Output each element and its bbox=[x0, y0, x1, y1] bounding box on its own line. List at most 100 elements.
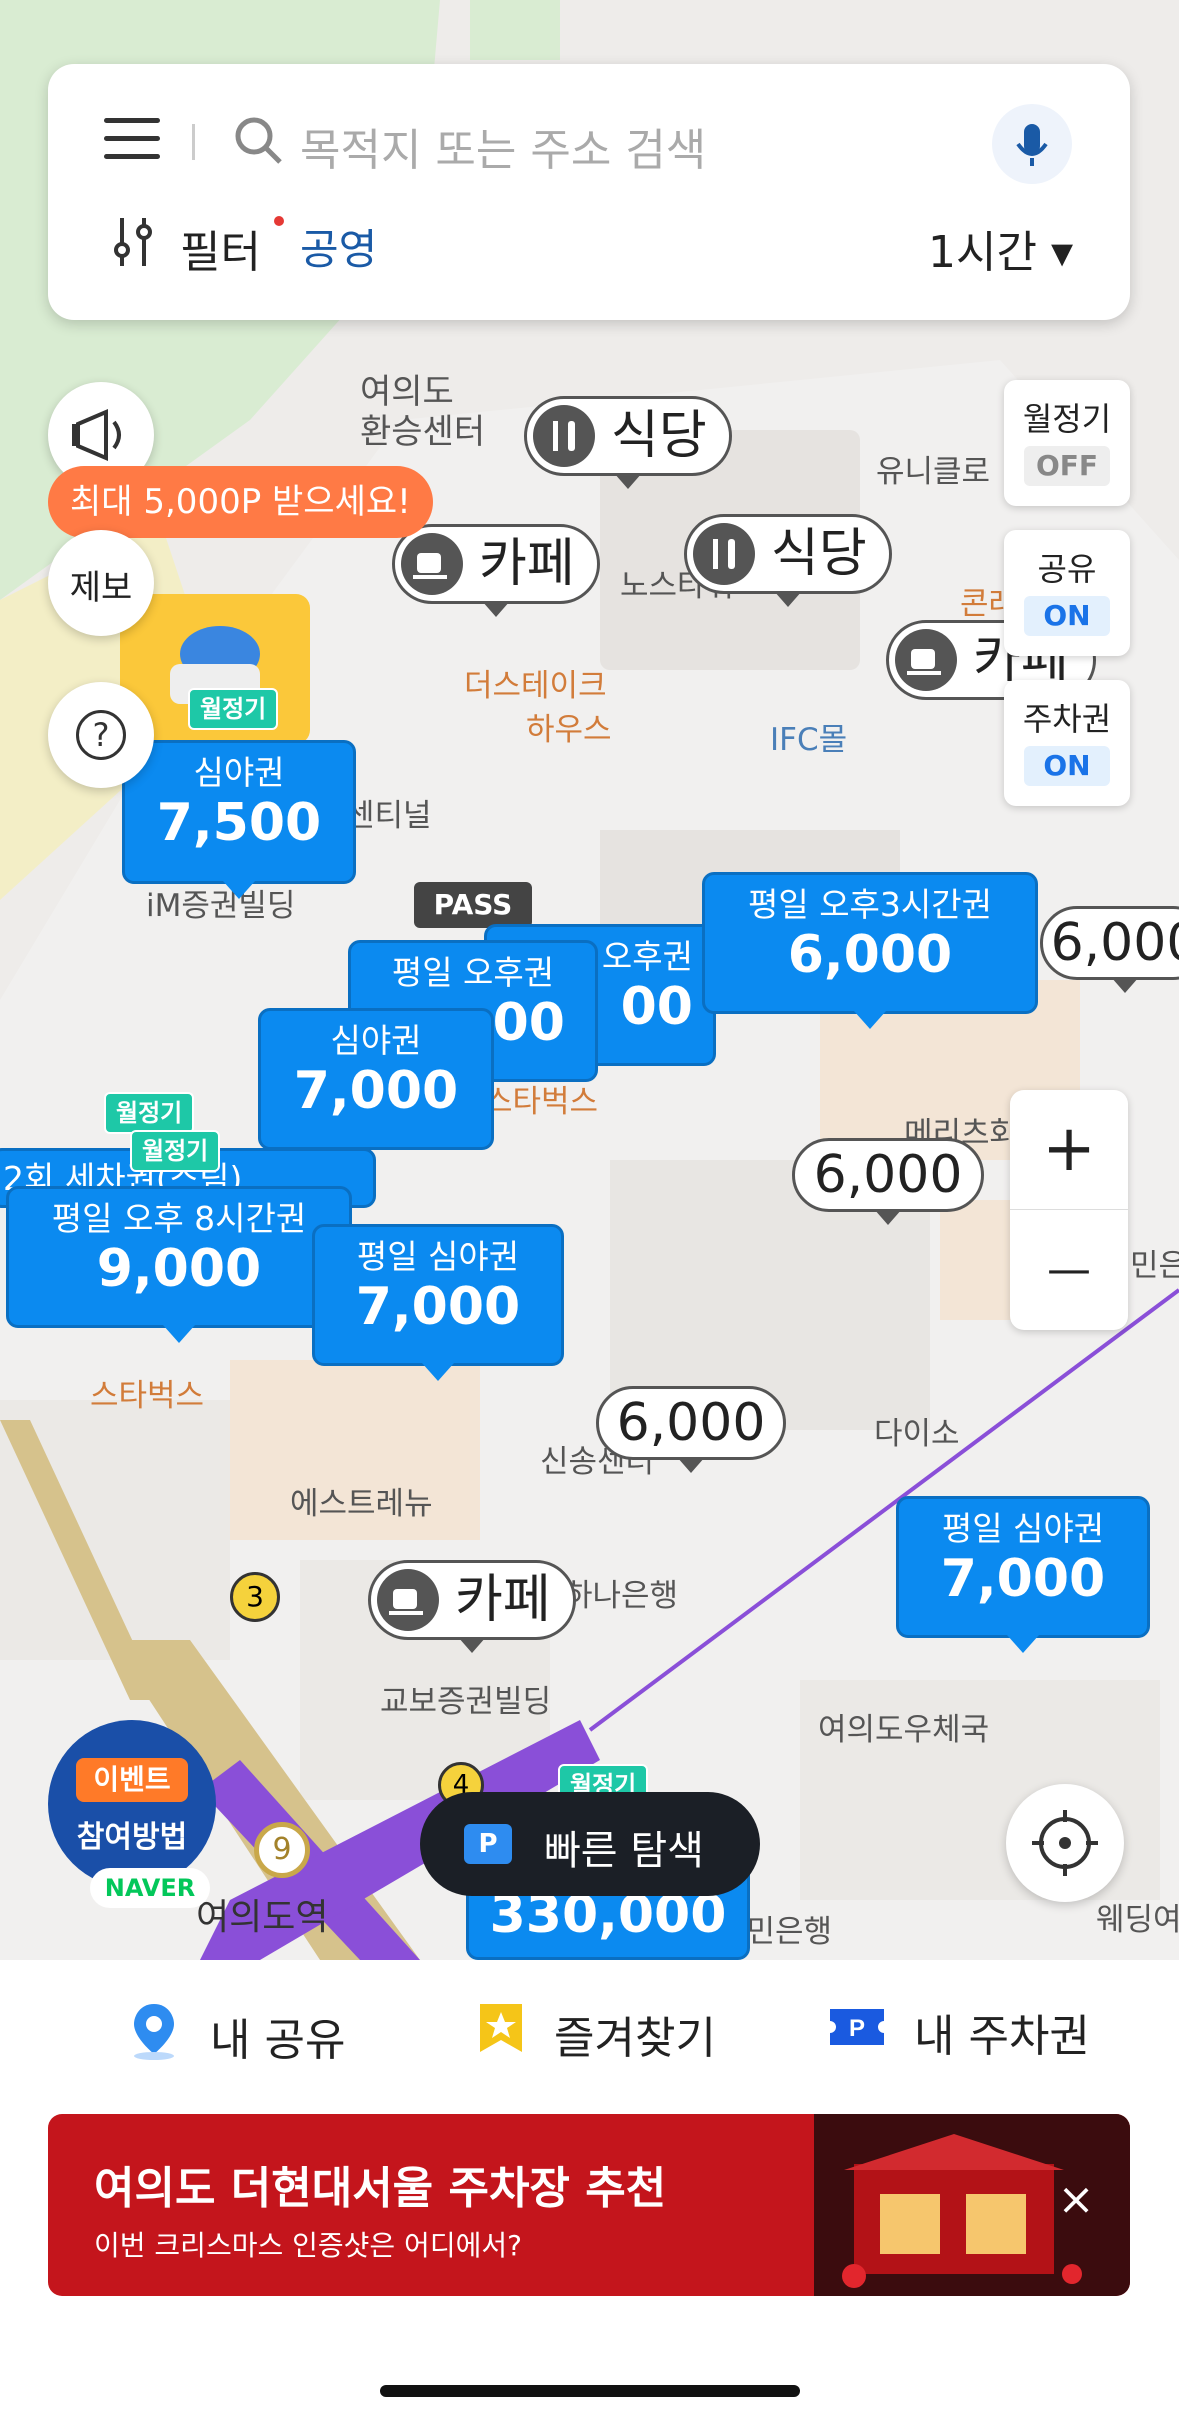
restaurant-marker[interactable]: 식당 bbox=[524, 396, 732, 489]
price-label: 평일 오후3시간권 bbox=[747, 885, 992, 924]
ad-banner[interactable]: 여의도 더현대서울 주차장 추천 이번 크리스마스 인증샷은 어디에서? × bbox=[48, 2114, 1130, 2296]
help-icon: ? bbox=[76, 710, 126, 760]
map-label: 센티널 bbox=[346, 798, 432, 834]
map-view[interactable]: 여의도 환승센터 유니클로 노스타워 더스테이크 하우스 IFC몰 콘래드 iM… bbox=[0, 0, 1179, 1960]
monthly-badge: 월정기 bbox=[188, 688, 279, 730]
map-label: 교보증권빌딩 bbox=[380, 1684, 552, 1720]
help-button[interactable]: ? bbox=[48, 682, 154, 788]
poi-label: 식당 bbox=[771, 524, 867, 584]
report-button[interactable]: 제보 bbox=[48, 530, 154, 636]
home-indicator bbox=[380, 2385, 800, 2397]
search-icon bbox=[232, 114, 284, 170]
map-label: 스타벅스 bbox=[484, 1084, 599, 1120]
fork-knife-icon bbox=[693, 523, 755, 585]
my-location-button[interactable] bbox=[1006, 1784, 1124, 1902]
toggle-monthly[interactable]: 월정기 OFF bbox=[1004, 380, 1130, 506]
parking-price-marker[interactable]: 심야권 7,000 bbox=[258, 1008, 494, 1150]
star-icon bbox=[476, 2000, 526, 2067]
price-value: 7,500 bbox=[156, 793, 322, 853]
price-value: 7,000 bbox=[293, 1061, 459, 1121]
quick-search-label: 빠른 탐색 bbox=[544, 1828, 704, 1874]
menu-icon[interactable] bbox=[104, 118, 160, 160]
zoom-in-button[interactable]: + bbox=[1010, 1090, 1128, 1210]
price-label: 심야권 bbox=[193, 753, 285, 792]
monthly-badge: 월정기 bbox=[104, 1092, 195, 1134]
price-value: 6,000 bbox=[813, 1145, 963, 1205]
subway-line-number: 9 bbox=[254, 1822, 310, 1878]
search-input[interactable]: 목적지 또는 주소 검색 bbox=[300, 114, 706, 178]
toggle-title: 공유 bbox=[1037, 550, 1097, 588]
parking-price-marker[interactable]: 평일 오후 8시간권 9,000 bbox=[6, 1186, 352, 1343]
poi-label: 식당 bbox=[611, 406, 707, 466]
map-label: 스타벅스 bbox=[90, 1378, 205, 1414]
price-value: 7,000 bbox=[940, 1549, 1106, 1609]
crosshair-icon bbox=[1032, 1810, 1098, 1876]
map-label: iM증권빌딩 bbox=[146, 888, 296, 924]
price-value: 6,000 bbox=[616, 1393, 766, 1453]
naver-badge: NAVER bbox=[90, 1868, 210, 1908]
price-value: 9,000 bbox=[96, 1239, 262, 1299]
event-button[interactable]: 이벤트 참여방법 bbox=[48, 1720, 216, 1888]
filter-active-dot bbox=[274, 216, 284, 226]
event-label: 이벤트 bbox=[76, 1758, 188, 1802]
toggle-state: ON bbox=[1024, 746, 1110, 786]
poi-label: 카페 bbox=[479, 534, 575, 594]
price-label: 평일 오후 8시간권 bbox=[51, 1199, 307, 1238]
map-label: 더스테이크 bbox=[464, 668, 607, 704]
promo-bubble[interactable]: 최대 5,000P 받으세요! bbox=[48, 466, 433, 538]
parking-price-marker[interactable]: 평일 심야권 7,000 bbox=[312, 1224, 564, 1381]
map-label: 하우스 bbox=[526, 712, 612, 748]
parking-price-marker[interactable]: 심야권 7,500 bbox=[122, 740, 356, 899]
parking-p-icon: P bbox=[464, 1824, 512, 1864]
price-marker[interactable]: 6,000 bbox=[596, 1386, 786, 1473]
parking-price-marker[interactable]: 평일 오후3시간권 6,000 bbox=[702, 872, 1038, 1029]
map-label: 환승센터 bbox=[360, 412, 486, 452]
subway-exit-number: 3 bbox=[230, 1572, 280, 1622]
zoom-out-button[interactable]: — bbox=[1010, 1210, 1128, 1329]
filter-button[interactable]: 필터 bbox=[180, 216, 261, 280]
restaurant-marker[interactable]: 식당 bbox=[684, 514, 892, 607]
zoom-control: + — bbox=[1010, 1090, 1128, 1330]
banner-title: 여의도 더현대서울 주차장 추천 bbox=[94, 2163, 667, 2214]
price-label: 평일 오후권 bbox=[391, 953, 555, 992]
time-dropdown[interactable]: 1시간 ▾ bbox=[928, 216, 1073, 280]
coffee-cup-icon bbox=[895, 629, 957, 691]
price-marker[interactable]: 6,000 bbox=[1040, 906, 1179, 993]
cafe-marker[interactable]: 카페 bbox=[368, 1560, 576, 1653]
filter-icon[interactable] bbox=[110, 214, 156, 274]
map-label: 유니클로 bbox=[876, 454, 991, 490]
pass-tag: PASS bbox=[414, 882, 532, 928]
tab-my-share[interactable]: 내 공유 bbox=[126, 2000, 345, 2070]
map-label: 민은 bbox=[1130, 1248, 1179, 1284]
tab-favorites[interactable]: 즐겨찾기 bbox=[476, 2000, 716, 2070]
tab-label: 즐겨찾기 bbox=[554, 2012, 716, 2064]
fork-knife-icon bbox=[533, 405, 595, 467]
close-icon[interactable]: × bbox=[1048, 2172, 1104, 2228]
coffee-cup-icon bbox=[401, 533, 463, 595]
quick-search-button[interactable]: P 빠른 탐색 bbox=[420, 1792, 760, 1896]
map-label: 여의도역 bbox=[196, 1897, 329, 1938]
search-card: 목적지 또는 주소 검색 필터 공영 1시간 ▾ bbox=[48, 64, 1130, 320]
cafe-marker[interactable]: 카페 bbox=[392, 524, 600, 617]
parking-price-marker[interactable]: 평일 심야권 7,000 bbox=[896, 1496, 1150, 1653]
tab-label: 내 공유 bbox=[210, 2014, 346, 2066]
tab-label: 내 주차권 bbox=[914, 2011, 1090, 2062]
map-label: 여의도우체국 bbox=[818, 1712, 990, 1748]
parking-ticket-icon: P bbox=[828, 2005, 886, 2060]
price-value: 6,000 bbox=[1050, 913, 1179, 973]
map-label: 에스트레뉴 bbox=[290, 1486, 433, 1522]
filter-public-chip[interactable]: 공영 bbox=[300, 216, 377, 277]
price-value: 7,000 bbox=[355, 1277, 521, 1337]
price-marker[interactable]: 6,000 bbox=[792, 1138, 984, 1225]
map-label: 다이소 bbox=[874, 1416, 960, 1452]
toggle-title: 주차권 bbox=[1022, 700, 1112, 738]
divider bbox=[192, 124, 195, 160]
map-label: IFC몰 bbox=[770, 722, 848, 758]
toggle-share[interactable]: 공유 ON bbox=[1004, 530, 1130, 656]
toggle-title: 월정기 bbox=[1022, 400, 1112, 438]
tab-my-ticket[interactable]: P 내 주차권 bbox=[828, 2000, 1090, 2070]
toggle-ticket[interactable]: 주차권 ON bbox=[1004, 680, 1130, 806]
microphone-icon[interactable] bbox=[992, 104, 1072, 184]
location-pin-icon bbox=[126, 2000, 182, 2071]
monthly-badge: 월정기 bbox=[130, 1130, 221, 1172]
